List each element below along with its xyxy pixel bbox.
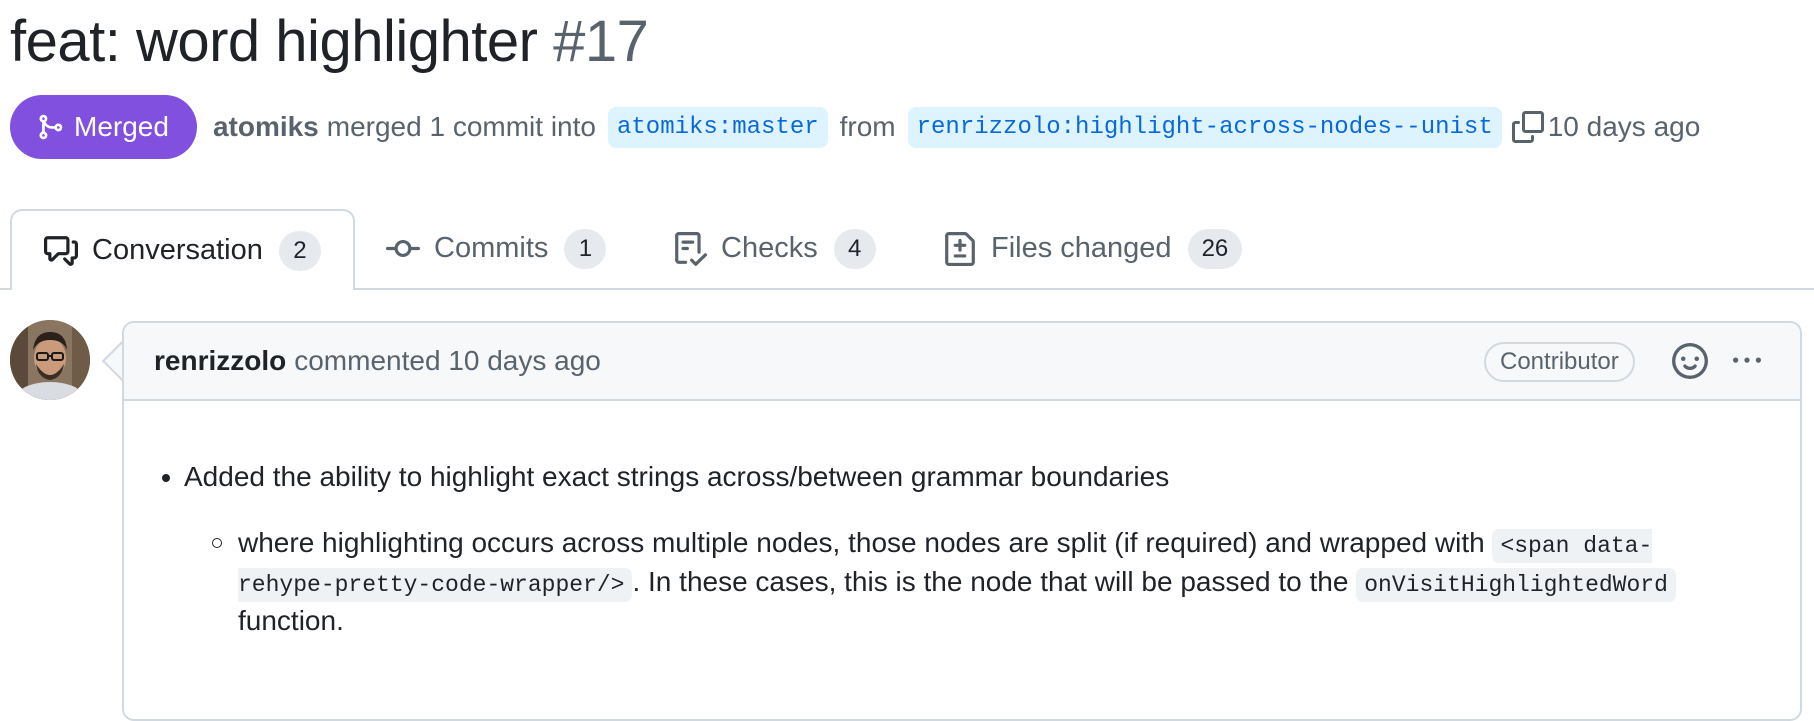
kebab-horizontal-icon[interactable] — [1728, 347, 1766, 375]
tab-files-changed[interactable]: Files changed 26 — [943, 209, 1243, 288]
git-merge-icon — [39, 114, 63, 140]
avatar-image — [10, 320, 90, 400]
pr-author-link[interactable]: atomiks — [213, 111, 319, 143]
bullet-circle — [212, 538, 222, 548]
tab-conversation-label: Conversation — [92, 234, 263, 266]
merged-status-badge: Merged — [10, 95, 197, 159]
tab-files-changed-label: Files changed — [991, 232, 1172, 264]
list-item: Added the ability to highlight exact str… — [162, 461, 1170, 493]
tab-conversation[interactable]: Conversation 2 — [10, 209, 355, 290]
copy-icon[interactable] — [1511, 111, 1544, 143]
comment-action: commented 10 days ago — [294, 345, 601, 377]
comment-box: renrizzolo commented 10 days ago Contrib… — [122, 321, 1802, 721]
comment-header: renrizzolo commented 10 days ago Contrib… — [124, 323, 1800, 401]
comment-action-text: commented — [294, 345, 441, 376]
list-item-text: Added the ability to highlight exact str… — [184, 461, 1170, 492]
tab-checks-label: Checks — [721, 232, 818, 264]
pr-tabs: Conversation 2 Commits 1 Checks 4 Files … — [0, 209, 1814, 290]
tab-conversation-count: 2 — [278, 230, 321, 271]
tab-commits-label: Commits — [434, 232, 549, 264]
pr-title-text: feat: word highlighter — [10, 9, 538, 74]
nested-text-2: . In these cases, this is the node that … — [632, 566, 1357, 597]
git-commit-icon — [386, 239, 420, 257]
pr-number: #17 — [553, 9, 649, 74]
pr-time: 10 days ago — [1547, 111, 1701, 142]
from-text: from — [839, 111, 896, 142]
smiley-icon[interactable] — [1672, 343, 1708, 379]
tab-checks-count: 4 — [833, 228, 876, 269]
nested-text-1: where highlighting occurs across multipl… — [238, 527, 1493, 558]
bullet-dot — [162, 474, 170, 482]
comment-time-link[interactable]: 10 days ago — [448, 345, 601, 376]
tab-files-changed-count: 26 — [1187, 228, 1243, 269]
pr-action-text: merged 1 commit into — [326, 111, 596, 142]
inline-code-on-visit: onVisitHighlightedWord — [1356, 568, 1676, 602]
avatar[interactable] — [10, 320, 90, 400]
contributor-badge: Contributor — [1484, 342, 1635, 382]
comment-discussion-icon — [44, 235, 78, 266]
checklist-icon — [675, 231, 707, 266]
tab-commits-count: 1 — [564, 228, 607, 269]
nested-text-3: function. — [238, 605, 344, 636]
head-branch[interactable]: renrizzolo:highlight-across-nodes--unist — [907, 106, 1502, 148]
pr-meta: Merged atomiks merged 1 commit into atom… — [10, 95, 1700, 159]
comment-author-link[interactable]: renrizzolo — [154, 345, 286, 377]
tab-checks[interactable]: Checks 4 — [673, 209, 876, 288]
tab-commits[interactable]: Commits 1 — [386, 209, 607, 288]
nested-list-item: where highlighting occurs across multipl… — [212, 525, 1708, 639]
file-diff-icon — [945, 231, 975, 266]
merged-status-label: Merged — [74, 111, 169, 142]
base-branch[interactable]: atomiks:master — [607, 106, 828, 148]
pr-title: feat: word highlighter #17 — [10, 4, 649, 80]
